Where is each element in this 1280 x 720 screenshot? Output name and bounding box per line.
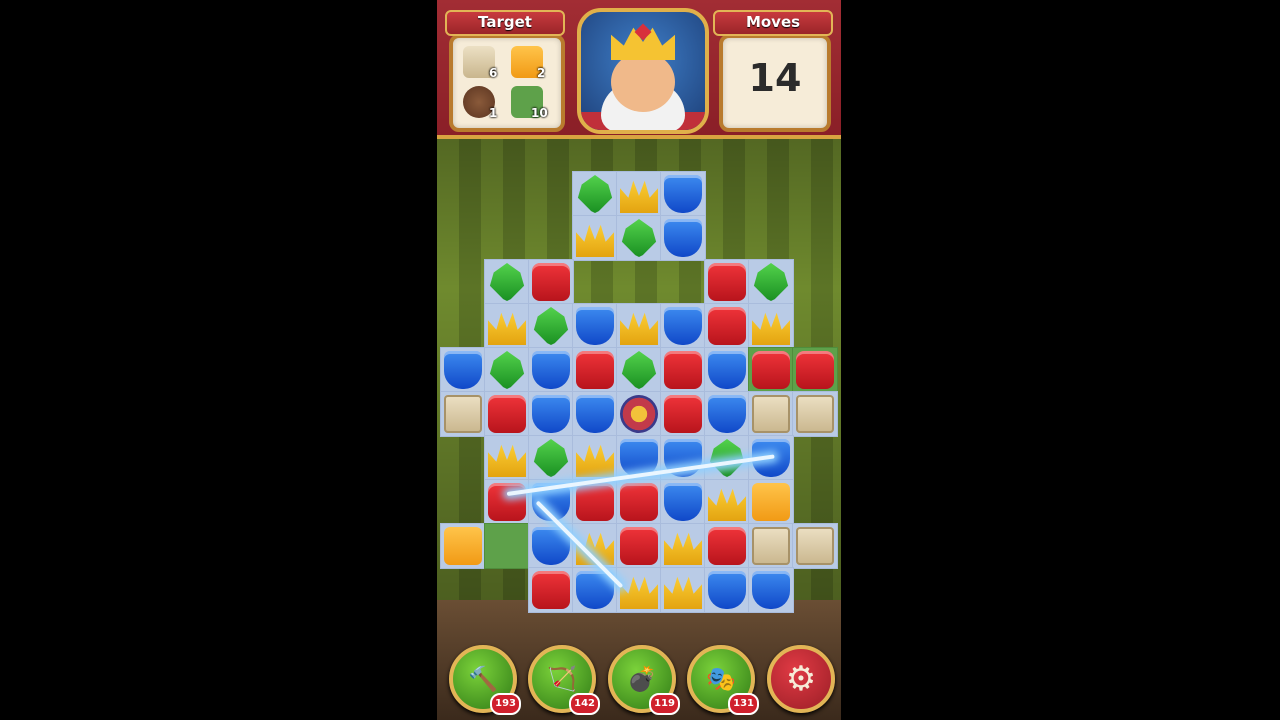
red-piece[interactable]: [664, 395, 702, 433]
blue-piece[interactable]: [708, 351, 746, 389]
red-piece[interactable]: [576, 483, 614, 521]
blue-piece[interactable]: [444, 351, 482, 389]
blue-piece[interactable]: [664, 483, 702, 521]
blue-piece[interactable]: [532, 351, 570, 389]
crate-piece[interactable]: [752, 395, 790, 433]
orange-piece[interactable]: [752, 483, 790, 521]
blue-piece[interactable]: [576, 307, 614, 345]
red-piece[interactable]: [752, 351, 790, 389]
hammer-icon: 🔨: [468, 665, 498, 693]
red-piece[interactable]: [576, 351, 614, 389]
target-count: 10: [531, 106, 548, 120]
game-screen: 6 2 1 10 Target 14 Moves 🔨 193 🏹 142 💣 1…: [437, 0, 841, 720]
king-portrait: [577, 8, 709, 134]
blue-piece[interactable]: [752, 571, 790, 609]
target-count: 1: [489, 106, 498, 120]
moves-label: Moves: [713, 10, 833, 36]
red-piece[interactable]: [532, 571, 570, 609]
blue-piece[interactable]: [576, 395, 614, 433]
crate-piece[interactable]: [752, 527, 790, 565]
booster-count: 131: [728, 693, 759, 715]
booster-hammer[interactable]: 🔨 193: [449, 645, 521, 715]
blue-piece[interactable]: [664, 307, 702, 345]
red-piece[interactable]: [620, 483, 658, 521]
crate-piece[interactable]: [796, 395, 834, 433]
red-piece[interactable]: [620, 527, 658, 565]
crate-piece[interactable]: [444, 395, 482, 433]
blue-piece[interactable]: [664, 175, 702, 213]
header-bar: 6 2 1 10 Target 14 Moves: [437, 0, 841, 139]
target-count: 6: [489, 66, 498, 80]
red-piece[interactable]: [708, 527, 746, 565]
moves-counter: 14: [748, 56, 802, 100]
settings-button[interactable]: ⚙: [767, 645, 835, 713]
jester-piece[interactable]: [620, 395, 658, 433]
red-piece[interactable]: [708, 307, 746, 345]
board-cell[interactable]: [484, 523, 530, 569]
blue-piece[interactable]: [708, 571, 746, 609]
jester-hat-icon: 🎭: [706, 665, 736, 693]
red-piece[interactable]: [488, 483, 526, 521]
arrow-icon: 🏹: [547, 665, 577, 693]
moves-panel: 14: [719, 34, 831, 132]
blue-piece[interactable]: [708, 395, 746, 433]
orange-piece[interactable]: [444, 527, 482, 565]
red-piece[interactable]: [488, 395, 526, 433]
red-piece[interactable]: [664, 351, 702, 389]
booster-count: 142: [569, 693, 600, 715]
booster-count: 193: [490, 693, 521, 715]
booster-arrow[interactable]: 🏹 142: [528, 645, 600, 715]
cannon-icon: 💣: [627, 665, 657, 693]
booster-cannon[interactable]: 💣 119: [608, 645, 680, 715]
red-piece[interactable]: [708, 263, 746, 301]
booster-jester-hat[interactable]: 🎭 131: [687, 645, 759, 715]
blue-piece[interactable]: [532, 395, 570, 433]
crate-piece[interactable]: [796, 527, 834, 565]
king-face: [611, 52, 675, 112]
blue-piece[interactable]: [664, 219, 702, 257]
target-panel: 6 2 1 10: [449, 34, 565, 132]
red-piece[interactable]: [532, 263, 570, 301]
booster-count: 119: [649, 693, 680, 715]
gear-icon: ⚙: [785, 659, 817, 699]
target-label: Target: [445, 10, 565, 36]
red-piece[interactable]: [796, 351, 834, 389]
target-count: 2: [537, 66, 546, 80]
